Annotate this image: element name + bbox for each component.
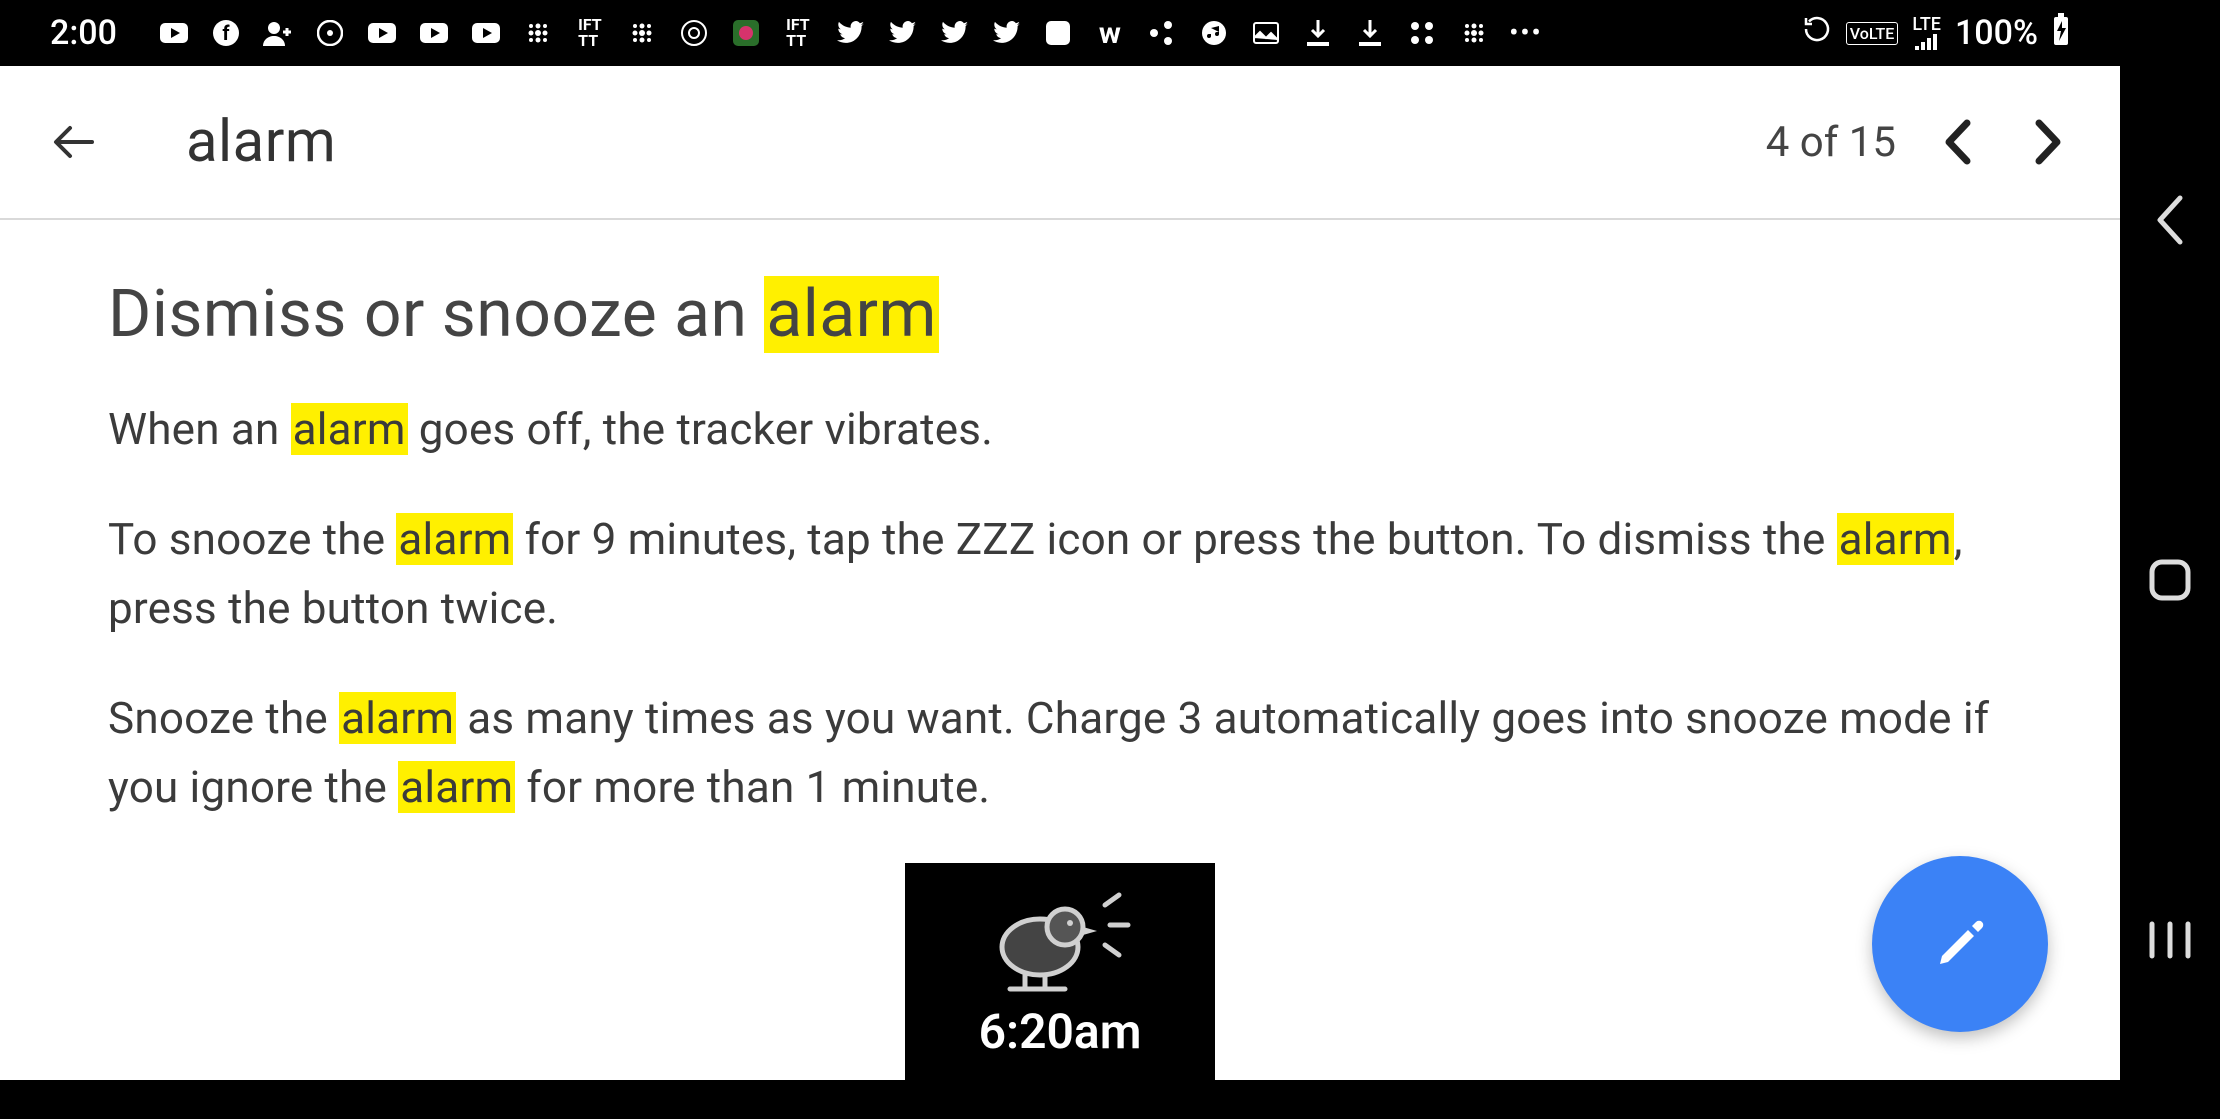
highlight: alarm xyxy=(398,761,515,813)
highlight: alarm xyxy=(396,513,513,565)
volte-indicator: VoLTE xyxy=(1846,22,1899,45)
download-icon xyxy=(1355,18,1385,48)
facebook-icon: f xyxy=(211,18,241,48)
back-button[interactable] xyxy=(36,103,114,181)
nav-home-button[interactable] xyxy=(2140,550,2200,610)
svg-text:f: f xyxy=(222,21,230,45)
device-preview-time: 6:20am xyxy=(979,1003,1142,1060)
article-content[interactable]: Dismiss or snooze an alarm When an alarm… xyxy=(0,220,2120,1119)
music-icon xyxy=(1199,18,1229,48)
download-icon xyxy=(1303,18,1333,48)
search-header: alarm 4 of 15 xyxy=(0,66,2120,220)
edit-fab-button[interactable] xyxy=(1872,856,2048,1032)
battery-percent: 100% xyxy=(1955,13,2038,53)
alarm-bird-icon xyxy=(970,887,1150,997)
article-paragraph: Snooze the alarm as many times as you wa… xyxy=(108,684,2012,823)
app-icon xyxy=(1043,18,1073,48)
ifttt-icon: IFTTT xyxy=(783,18,813,48)
status-notification-icons: f IFTTT IFTTT w xyxy=(159,18,1541,48)
next-result-button[interactable] xyxy=(2020,114,2076,170)
nav-recents-button[interactable] xyxy=(2140,910,2200,970)
twitter-icon xyxy=(835,18,865,48)
article-paragraph: To snooze the alarm for 9 minutes, tap t… xyxy=(108,505,2012,644)
search-input[interactable]: alarm xyxy=(186,108,336,176)
youtube-icon xyxy=(419,18,449,48)
prev-result-button[interactable] xyxy=(1930,114,1986,170)
more-icon: ••• xyxy=(1511,18,1541,48)
fitbit-icon xyxy=(523,18,553,48)
twitter-icon xyxy=(887,18,917,48)
share-icon xyxy=(1147,18,1177,48)
youtube-icon xyxy=(471,18,501,48)
fitbit-icon xyxy=(627,18,657,48)
wattpad-icon: w xyxy=(1095,18,1125,48)
system-nav-bar xyxy=(2120,0,2220,1080)
pinterest-icon xyxy=(315,18,345,48)
battery-charging-icon xyxy=(2052,13,2070,54)
ifttt-icon: IFTTT xyxy=(575,18,605,48)
device-preview-image: 6:20am xyxy=(905,863,1215,1119)
status-bar: 2:00 f IFTTT IFTTT w xyxy=(0,0,2120,66)
flower-icon xyxy=(731,18,761,48)
grid-icon xyxy=(1407,18,1437,48)
image-icon xyxy=(1251,18,1281,48)
pencil-icon xyxy=(1932,916,1988,972)
twitter-icon xyxy=(991,18,1021,48)
person-add-icon xyxy=(263,18,293,48)
rotate-icon xyxy=(1802,13,1832,53)
chrome-icon xyxy=(679,18,709,48)
article-heading: Dismiss or snooze an alarm xyxy=(108,276,2012,353)
highlight: alarm xyxy=(291,403,408,455)
status-time: 2:00 xyxy=(50,13,117,53)
article-paragraph: When an alarm goes off, the tracker vibr… xyxy=(108,395,2012,465)
nav-back-button[interactable] xyxy=(2140,190,2200,250)
twitter-icon xyxy=(939,18,969,48)
youtube-icon xyxy=(159,18,189,48)
lte-indicator: LTE xyxy=(1912,16,1941,50)
highlight: alarm xyxy=(764,276,939,353)
highlight: alarm xyxy=(1837,513,1954,565)
fitbit-icon xyxy=(1459,18,1489,48)
result-counter: 4 of 15 xyxy=(1766,118,1896,167)
youtube-icon xyxy=(367,18,397,48)
highlight: alarm xyxy=(339,692,456,744)
